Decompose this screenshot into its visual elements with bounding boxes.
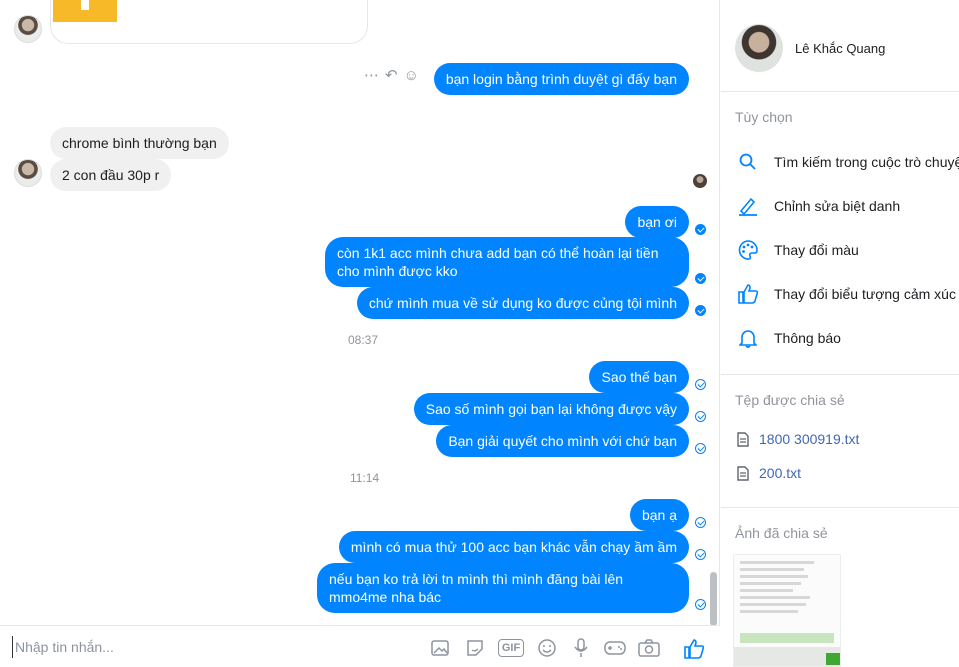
composer-tools: GIF [430,637,660,659]
message-outgoing[interactable]: chứ mình mua về sử dụng ko được củng tội… [356,287,689,319]
sent-icon [695,379,706,390]
option-change-emoji[interactable]: Thay đổi biểu tượng cảm xúc [737,283,956,305]
conversation-info-sidebar: Lê Khắc Quang Tùy chọn Tìm kiếm trong cu… [721,0,959,667]
message-outgoing[interactable]: Bạn giải quyết cho mình với chứ bạn [436,425,689,457]
contact-avatar[interactable] [14,15,42,43]
palette-icon [737,239,759,261]
option-search[interactable]: Tìm kiếm trong cuộc trò chuyện [737,151,959,173]
message-outgoing[interactable]: bạn ơi [625,206,689,238]
message-actions: ⋯ ↶ ☺ [364,66,419,85]
camera-icon[interactable] [638,637,660,659]
sent-icon [695,517,706,528]
sent-icon [695,443,706,454]
message-outgoing[interactable]: mình có mua thử 100 acc bạn khác vẫn chạ… [338,531,689,563]
sent-icon [695,411,706,422]
reply-icon[interactable]: ↶ [385,66,398,84]
message-input[interactable] [12,636,412,658]
contact-avatar[interactable] [14,159,42,187]
option-label: Chỉnh sửa biệt danh [774,198,901,214]
option-edit-nickname[interactable]: Chỉnh sửa biệt danh [737,195,900,217]
image-icon[interactable] [430,637,452,659]
option-label: Thông báo [774,330,841,346]
file-icon [737,431,749,447]
file-icon [737,465,749,481]
contact-name[interactable]: Lê Khắc Quang [795,41,885,56]
delivered-icon [695,273,706,284]
option-label: Thay đổi biểu tượng cảm xúc [774,286,956,302]
message-outgoing[interactable]: Sao số mình gọi bạn lại không được vậy [413,393,689,425]
timestamp: 08:37 [348,333,379,347]
timestamp: 11:14 [350,471,380,485]
message-outgoing[interactable]: nếu bạn ko trả lời tn mình thì mình đăng… [317,563,689,613]
message-outgoing[interactable]: Sao thế bạn [589,361,689,393]
delivered-icon [695,224,706,235]
shared-photos-title: Ảnh đã chia sẻ [735,525,828,541]
gif-icon[interactable]: GIF [498,639,524,657]
options-title: Tùy chọn [735,109,793,125]
shared-photo-thumbnail[interactable] [733,554,841,667]
profile-header: Lê Khắc Quang [721,0,959,92]
sticker-icon[interactable] [464,637,486,659]
option-notifications[interactable]: Thông báo [737,327,841,349]
options-section: Tùy chọn Tìm kiếm trong cuộc trò chuyện … [721,92,959,375]
messenger-window: ⋯ ↶ ☺ bạn login bằng trình duyệt gì đấy … [0,0,959,667]
search-icon [737,151,759,173]
shared-files-section: Tệp được chia sẻ 1800 300919.txt 200.txt [721,375,959,508]
game-icon[interactable] [604,637,626,659]
sent-icon [695,549,706,560]
message-outgoing[interactable]: còn 1k1 acc mình chưa add bạn có thể hoà… [325,237,689,287]
thumbs-up-icon [737,283,759,305]
shared-file[interactable]: 200.txt [737,465,801,481]
option-label: Thay đổi màu [774,242,859,258]
option-label: Tìm kiếm trong cuộc trò chuyện [774,154,959,170]
shared-files-title: Tệp được chia sẻ [735,392,845,408]
message-incoming[interactable]: chrome bình thường bạn [50,127,229,159]
seen-avatar [693,174,707,188]
emoji-icon[interactable] [536,637,558,659]
message-outgoing[interactable]: bạn ạ [629,499,689,531]
profile-avatar[interactable] [735,24,783,72]
file-name: 200.txt [759,465,802,481]
delivered-icon [695,305,706,316]
pencil-icon [737,195,759,217]
more-icon[interactable]: ⋯ [364,66,379,84]
shared-file[interactable]: 1800 300919.txt [737,431,859,447]
file-name: 1800 300919.txt [759,431,860,447]
microphone-icon[interactable] [570,637,592,659]
shared-attachment-card[interactable] [50,0,368,44]
thumbs-up-icon[interactable] [683,638,705,665]
message-incoming[interactable]: 2 con đầu 30p r [50,159,172,191]
scrollbar[interactable] [710,572,717,626]
message-outgoing[interactable]: bạn login bằng trình duyệt gì đấy bạn [433,63,689,95]
composer: GIF [0,625,720,667]
conversation-panel: ⋯ ↶ ☺ bạn login bằng trình duyệt gì đấy … [0,0,720,667]
option-change-color[interactable]: Thay đổi màu [737,239,859,261]
sent-icon [695,599,706,610]
reaction-icon[interactable]: ☺ [404,67,419,84]
bell-icon [737,327,759,349]
